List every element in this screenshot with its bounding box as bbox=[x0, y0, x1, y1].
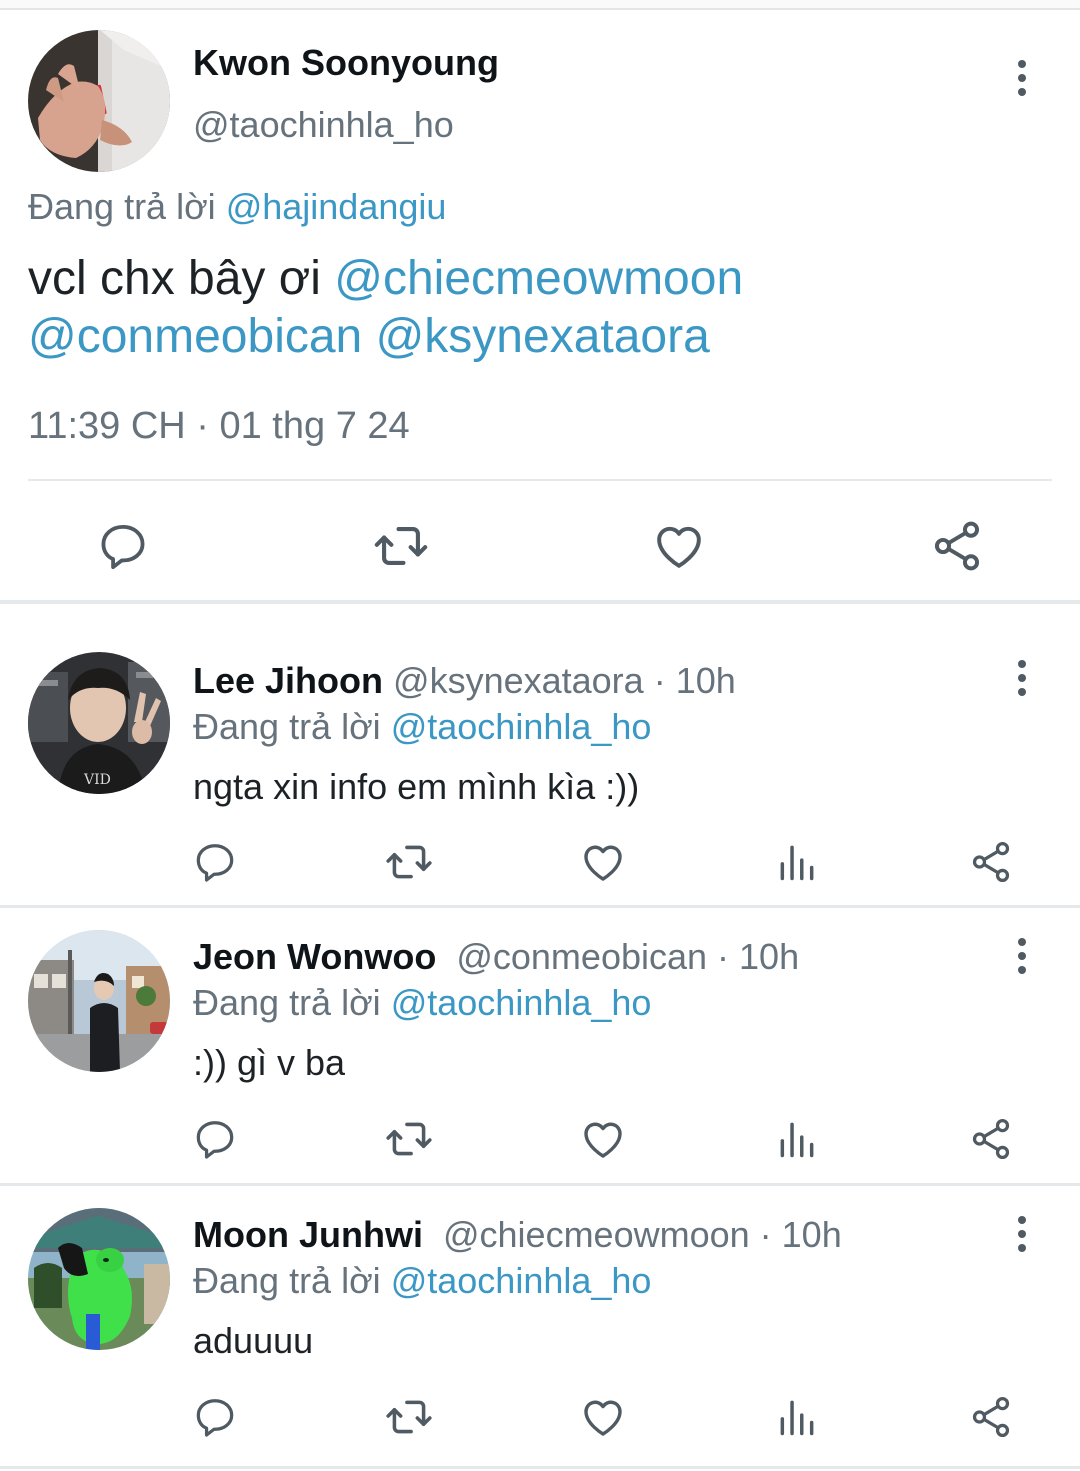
author-name[interactable]: Kwon Soonyoung bbox=[193, 42, 499, 84]
reply-header: Jeon Wonwoo @conmeobican · 10h bbox=[193, 936, 799, 978]
avatar[interactable]: VID bbox=[28, 652, 170, 794]
replying-to-link[interactable]: @hajindangiu bbox=[226, 186, 447, 227]
reply-button[interactable] bbox=[187, 1389, 243, 1445]
mention-links[interactable]: @conmeobican @ksynexataora bbox=[28, 310, 710, 363]
reply-text: aduuuu bbox=[193, 1320, 314, 1361]
like-icon bbox=[584, 845, 622, 881]
replying-to: Đang trả lời @taochinhla_ho bbox=[193, 982, 651, 1024]
avatar[interactable] bbox=[28, 30, 170, 172]
share-button[interactable] bbox=[963, 1111, 1019, 1167]
reply-button[interactable] bbox=[91, 514, 155, 578]
author-handle[interactable]: @ksynexataora bbox=[393, 660, 644, 701]
views-icon bbox=[780, 1400, 814, 1436]
author-name[interactable]: Jeon Wonwoo bbox=[193, 936, 436, 977]
retweet-button[interactable] bbox=[369, 514, 433, 578]
author-handle[interactable]: @chiecmeowmoon bbox=[443, 1214, 750, 1255]
section-divider bbox=[0, 600, 1080, 604]
reply-time: · 10h bbox=[643, 660, 736, 701]
tweet-timestamp: 11:39 CH · 01 thg 7 24 bbox=[28, 405, 410, 447]
author-name[interactable]: Moon Junhwi bbox=[193, 1214, 423, 1255]
retweet-button[interactable] bbox=[381, 1111, 437, 1167]
divider bbox=[28, 479, 1052, 481]
tweet-text: vcl chx bây ơi @chiecmeowmoon @conmeobic… bbox=[28, 250, 1048, 366]
share-button[interactable] bbox=[963, 834, 1019, 890]
reply-header: Lee Jihoon @ksynexataora · 10h bbox=[193, 660, 736, 702]
retweet-icon bbox=[374, 527, 428, 565]
svg-text:VID: VID bbox=[83, 772, 111, 788]
reply-tweet: VID Lee Jihoon @ksynexataora · 10h Đang t… bbox=[0, 612, 1080, 906]
replying-to: Đang trả lời @hajindangiu bbox=[28, 186, 446, 228]
like-icon bbox=[584, 1400, 622, 1436]
divider bbox=[0, 1466, 1080, 1469]
views-button[interactable] bbox=[769, 1389, 825, 1445]
avatar[interactable] bbox=[28, 930, 170, 1072]
like-icon bbox=[584, 1122, 622, 1158]
share-button[interactable] bbox=[925, 514, 989, 578]
replying-label: Đang trả lời bbox=[193, 982, 381, 1023]
replying-label: Đang trả lời bbox=[193, 706, 381, 747]
views-button[interactable] bbox=[769, 1111, 825, 1167]
main-tweet: Kwon Soonyoung @taochinhla_ho Đang trả l… bbox=[0, 10, 1080, 612]
like-button[interactable] bbox=[575, 1389, 631, 1445]
avatar[interactable] bbox=[28, 1208, 170, 1350]
reply-text: ngta xin info em mình kìa :)) bbox=[193, 766, 640, 807]
more-options-button[interactable] bbox=[1002, 1212, 1042, 1256]
reply-icon bbox=[196, 844, 234, 882]
tweet-text-plain: vcl chx bây ơi bbox=[28, 252, 321, 305]
views-icon bbox=[780, 845, 814, 881]
replying-label: Đang trả lời bbox=[193, 1260, 381, 1301]
replying-label: Đang trả lời bbox=[28, 186, 216, 227]
more-options-button[interactable] bbox=[1002, 656, 1042, 700]
author-handle[interactable]: @taochinhla_ho bbox=[193, 104, 454, 146]
retweet-icon bbox=[386, 1400, 432, 1434]
mention-link[interactable]: @chiecmeowmoon bbox=[334, 252, 743, 305]
retweet-button[interactable] bbox=[381, 1389, 437, 1445]
like-button[interactable] bbox=[575, 1111, 631, 1167]
share-icon bbox=[972, 1118, 1010, 1160]
reply-tweet: Jeon Wonwoo @conmeobican · 10h Đang trả … bbox=[0, 908, 1080, 1184]
replying-to: Đang trả lời @taochinhla_ho bbox=[193, 706, 651, 748]
reply-icon bbox=[196, 1399, 234, 1437]
reply-text: :)) gì v ba bbox=[193, 1042, 346, 1083]
reply-header: Moon Junhwi @chiecmeowmoon · 10h bbox=[193, 1214, 842, 1256]
retweet-icon bbox=[386, 845, 432, 879]
reply-time: · 10h bbox=[749, 1214, 842, 1255]
author-handle[interactable]: @conmeobican bbox=[456, 936, 707, 977]
retweet-icon bbox=[386, 1122, 432, 1156]
replying-to-link[interactable]: @taochinhla_ho bbox=[391, 1260, 652, 1301]
share-icon bbox=[972, 841, 1010, 883]
replying-to: Đang trả lời @taochinhla_ho bbox=[193, 1260, 651, 1302]
reply-time: · 10h bbox=[707, 936, 800, 977]
share-icon bbox=[972, 1396, 1010, 1438]
like-icon bbox=[657, 526, 701, 568]
more-options-button[interactable] bbox=[1002, 934, 1042, 978]
replying-to-link[interactable]: @taochinhla_ho bbox=[391, 706, 652, 747]
like-button[interactable] bbox=[575, 834, 631, 890]
views-icon bbox=[780, 1122, 814, 1158]
views-button[interactable] bbox=[769, 834, 825, 890]
reply-tweet: Moon Junhwi @chiecmeowmoon · 10h Đang tr… bbox=[0, 1186, 1080, 1471]
reply-button[interactable] bbox=[187, 1111, 243, 1167]
share-button[interactable] bbox=[963, 1389, 1019, 1445]
reply-icon bbox=[101, 524, 145, 570]
replying-to-link[interactable]: @taochinhla_ho bbox=[391, 982, 652, 1023]
reply-button[interactable] bbox=[187, 834, 243, 890]
share-icon bbox=[934, 521, 980, 571]
top-divider bbox=[0, 0, 1080, 10]
reply-icon bbox=[196, 1121, 234, 1159]
retweet-button[interactable] bbox=[381, 834, 437, 890]
like-button[interactable] bbox=[647, 514, 711, 578]
author-name[interactable]: Lee Jihoon bbox=[193, 660, 383, 701]
more-options-button[interactable] bbox=[1002, 56, 1042, 100]
